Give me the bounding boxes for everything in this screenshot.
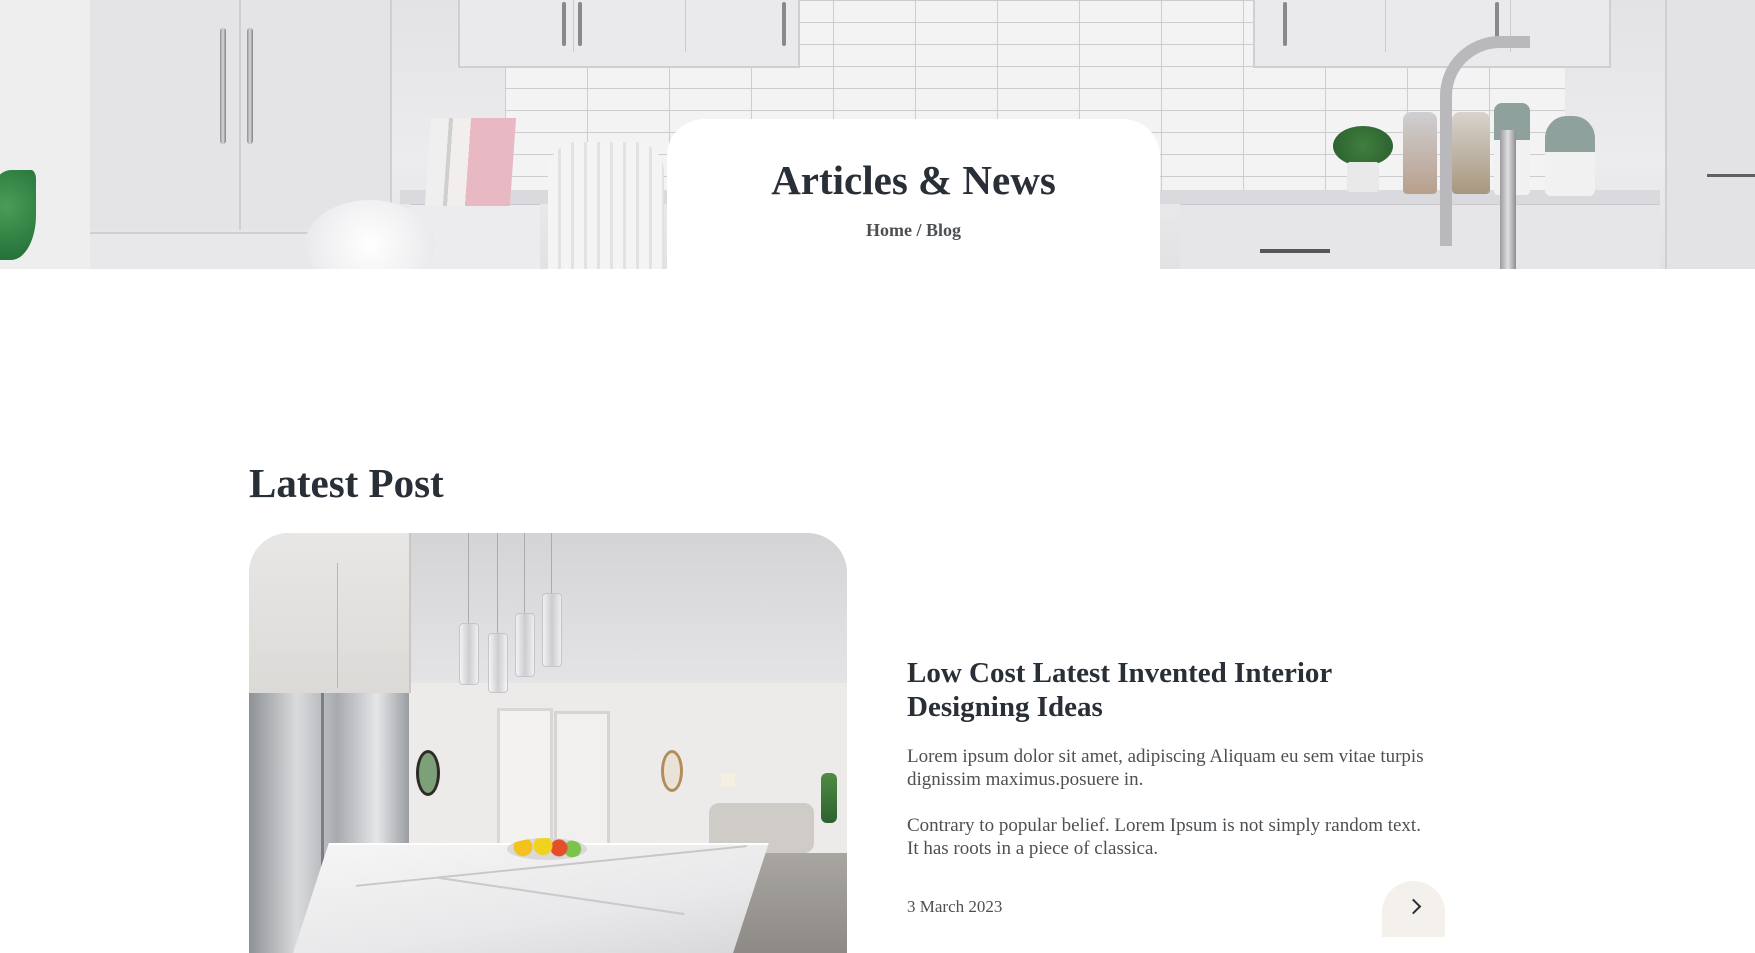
hero-image-right-cabinet (1665, 0, 1755, 269)
latest-post-excerpt-2: Contrary to popular belief. Lorem Ipsum … (907, 815, 1421, 859)
chevron-right-icon (1405, 898, 1422, 915)
hero-image-faucet (1440, 36, 1530, 246)
latest-post-title[interactable]: Low Cost Latest Invented Interior Design… (907, 656, 1427, 724)
breadcrumb-home-link[interactable]: Home (866, 220, 912, 240)
hero-image-upper-cabinet-right (1253, 0, 1611, 68)
latest-post-image[interactable] (249, 533, 847, 953)
hero-image-plant-pot (1347, 162, 1379, 192)
hero-image-books (424, 118, 517, 206)
latest-post-excerpt: Lorem ipsum dolor sit amet, adipiscing A… (907, 746, 1424, 790)
latest-post-date: 3 March 2023 (907, 897, 1003, 916)
page-title-card: Articles & News Home / Blog (667, 119, 1160, 269)
hero-image-faucet-stem (1500, 130, 1516, 269)
breadcrumb: Home / Blog (667, 220, 1160, 241)
hero-image-lower-cabinet (1180, 204, 1660, 269)
hero-image-vase (548, 142, 664, 269)
read-more-button[interactable] (1382, 881, 1445, 937)
hero-image-fridge (90, 0, 392, 269)
latest-post-heading: Latest Post (249, 460, 444, 506)
hero-image-canister (1545, 116, 1595, 196)
hero-image-potted-plant (1333, 126, 1393, 166)
page-title: Articles & News (771, 157, 1056, 203)
hero-banner: Articles & News Home / Blog (0, 0, 1755, 269)
breadcrumb-current: Blog (925, 220, 961, 240)
hero-image-upper-cabinet (458, 0, 800, 68)
hero-image-jar (1403, 112, 1437, 194)
breadcrumb-separator: / (911, 220, 926, 240)
